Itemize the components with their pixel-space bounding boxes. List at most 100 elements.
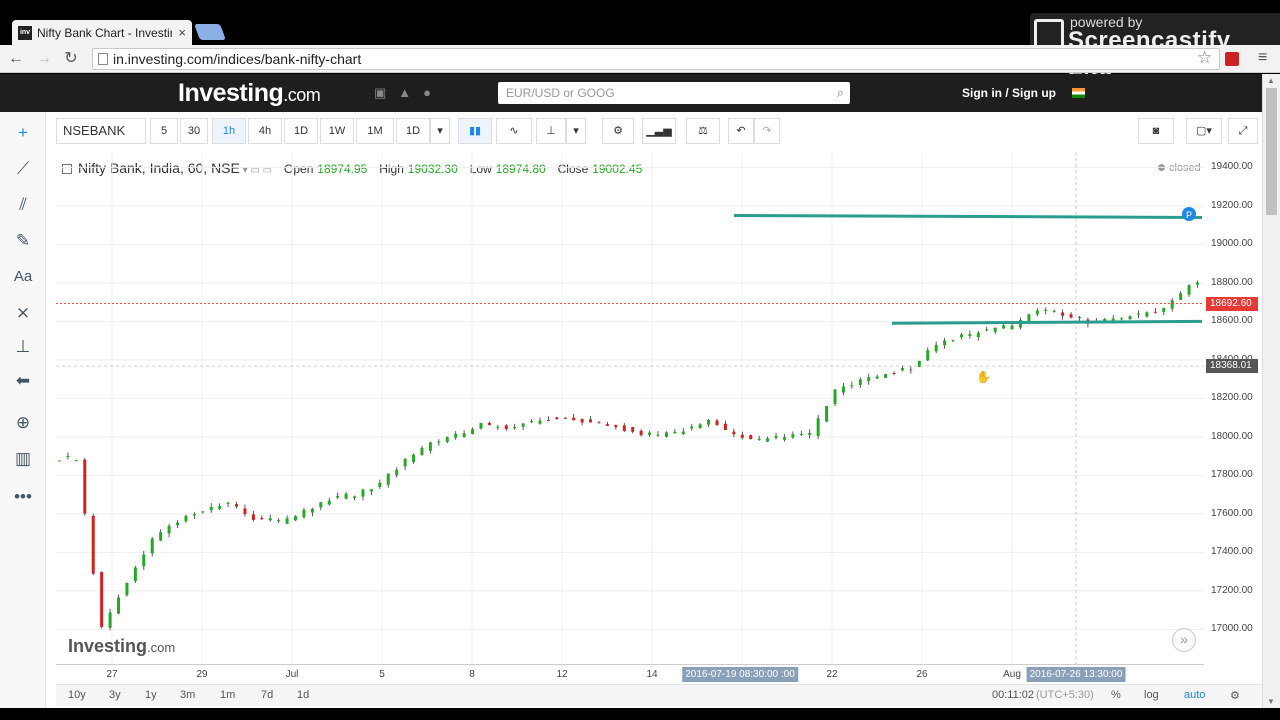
scale-settings-icon[interactable]: ⚙	[1230, 689, 1240, 702]
candle-body	[117, 597, 121, 614]
fib-tool-icon[interactable]: ⫽	[10, 192, 36, 218]
price-axis[interactable]: 19400.00 19200.00 19000.00 18800.00 18600.00…	[1205, 152, 1262, 664]
back-arrow-tool-icon[interactable]: ⬅	[10, 368, 36, 394]
forward-arrow-icon[interactable]: →	[34, 49, 54, 69]
new-tab-button[interactable]	[194, 24, 226, 40]
scrollbar-thumb[interactable]	[1266, 88, 1277, 215]
candle-body	[184, 515, 188, 522]
measure-tool-icon[interactable]: ⊥	[10, 334, 36, 360]
ruler-icon[interactable]: ▥	[10, 446, 36, 472]
candle-body	[1069, 314, 1073, 318]
interval-1d[interactable]: 1D	[284, 118, 318, 144]
candle-body	[555, 417, 559, 420]
browser-menu-icon[interactable]: ≡	[1258, 49, 1267, 67]
timezone-button[interactable]: (UTC+5:30)	[1036, 689, 1094, 701]
candle-body	[875, 376, 879, 379]
interval-custom[interactable]: 1D	[396, 118, 430, 144]
time-tick-label: Aug	[1003, 669, 1021, 680]
pattern-tool-icon[interactable]: ⨯	[10, 300, 36, 326]
candle-body	[799, 434, 803, 436]
back-arrow-icon[interactable]: ←	[6, 49, 26, 69]
scroll-up-icon[interactable]: ▲	[1267, 76, 1275, 85]
scroll-to-realtime-button[interactable]: »	[1172, 628, 1196, 652]
price-tick-label: 17600.00	[1211, 507, 1253, 519]
candle-body	[639, 430, 643, 436]
candle-body	[538, 420, 542, 424]
chart-layout-icon[interactable]: ▢▾	[1186, 118, 1222, 144]
candle-body	[344, 493, 348, 499]
indicators-icon[interactable]: ▁▃▅	[642, 118, 676, 144]
settings-gear-icon[interactable]: ⚙	[602, 118, 634, 144]
address-bar[interactable]: in.investing.com/indices/bank-nifty-char…	[92, 48, 1220, 70]
candle-body	[943, 340, 947, 346]
browser-tab[interactable]: inv Nifty Bank Chart - Investin ×	[12, 20, 192, 45]
candle-body	[774, 436, 778, 439]
range-1y[interactable]: 1y	[145, 689, 157, 701]
candle-body	[1153, 311, 1157, 313]
close-tab-icon[interactable]: ×	[178, 25, 186, 40]
range-1m[interactable]: 1m	[220, 689, 235, 701]
price-tick-label: 19000.00	[1211, 238, 1253, 250]
interval-4h[interactable]: 4h	[248, 118, 282, 144]
chart-type-dropdown-icon[interactable]: ▾	[566, 118, 586, 144]
site-logo[interactable]: Investing.com	[178, 79, 321, 108]
bookmark-star-icon[interactable]: ☆	[1197, 48, 1212, 68]
portfolio-icon[interactable]: ▣	[374, 85, 398, 100]
interval-30[interactable]: 30	[180, 118, 208, 144]
candle-body	[959, 334, 963, 338]
range-7d[interactable]: 7d	[261, 689, 273, 701]
interval-1w[interactable]: 1W	[320, 118, 354, 144]
alerts-bell-icon[interactable]: ▲	[398, 85, 423, 100]
time-axis[interactable]: 2729Jul581214202226Aug2016-07-19 08:30:0…	[56, 664, 1204, 684]
candle-body	[1010, 325, 1014, 330]
india-flag-icon[interactable]	[1072, 88, 1085, 98]
candle-body	[1195, 282, 1199, 285]
time-tick-label: Jul	[285, 669, 299, 680]
candle-body	[605, 424, 609, 426]
price-plot[interactable]: P	[56, 152, 1204, 664]
range-10y[interactable]: 10y	[68, 689, 86, 701]
candle-body	[462, 433, 466, 438]
candle-body	[580, 418, 584, 423]
log-scale-button[interactable]: log	[1144, 689, 1159, 701]
more-tools-icon[interactable]: •••	[10, 484, 36, 510]
reload-icon[interactable]: ↻	[61, 49, 81, 69]
redo-icon[interactable]: ↷	[754, 118, 780, 144]
favicon-icon: inv	[18, 25, 32, 40]
range-3m[interactable]: 3m	[180, 689, 195, 701]
range-1d[interactable]: 1d	[297, 689, 309, 701]
time-tick-label: 27	[106, 669, 118, 680]
search-input[interactable]: EUR/USD or GOOG ⌕	[498, 82, 850, 104]
auto-scale-button[interactable]: auto	[1184, 689, 1205, 701]
crosshair-icon[interactable]: +	[10, 120, 36, 146]
line-chart-icon[interactable]: ∿	[496, 118, 532, 144]
interval-5[interactable]: 5	[150, 118, 178, 144]
interval-1h[interactable]: 1h	[212, 118, 246, 144]
brush-tool-icon[interactable]: ✎	[10, 228, 36, 254]
extension-icon[interactable]	[1225, 52, 1239, 66]
candle-body	[361, 489, 365, 497]
trendline-tool-icon[interactable]: ⟋	[10, 156, 36, 182]
text-tool-icon[interactable]: Aa	[10, 264, 36, 290]
percent-scale-button[interactable]: %	[1111, 689, 1121, 701]
scroll-down-icon[interactable]: ▼	[1267, 697, 1275, 706]
page-scrollbar[interactable]: ▲ ▼	[1262, 74, 1280, 708]
search-icon[interactable]: ⌕	[837, 82, 844, 104]
clock-icon[interactable]: ●	[423, 85, 443, 100]
zoom-icon[interactable]: ⊕	[10, 410, 36, 436]
bars-icon[interactable]: ⊥	[536, 118, 566, 144]
candle-body	[622, 425, 626, 432]
candle-body	[698, 424, 702, 429]
fullscreen-icon[interactable]: ⤢	[1228, 118, 1258, 144]
snapshot-camera-icon[interactable]: ◙	[1138, 118, 1174, 144]
range-3y[interactable]: 3y	[109, 689, 121, 701]
compare-icon[interactable]: ⚖	[686, 118, 720, 144]
interval-dropdown-icon[interactable]: ▾	[430, 118, 450, 144]
candles-icon[interactable]: ▮▮	[458, 118, 492, 144]
sign-in-link[interactable]: Sign in / Sign up	[962, 86, 1056, 100]
time-tick-label: 22	[826, 669, 838, 680]
symbol-input[interactable]: NSEBANK	[56, 118, 146, 144]
interval-1m[interactable]: 1M	[356, 118, 394, 144]
price-tick-label: 18600.00	[1211, 315, 1253, 327]
undo-icon[interactable]: ↶	[728, 118, 754, 144]
